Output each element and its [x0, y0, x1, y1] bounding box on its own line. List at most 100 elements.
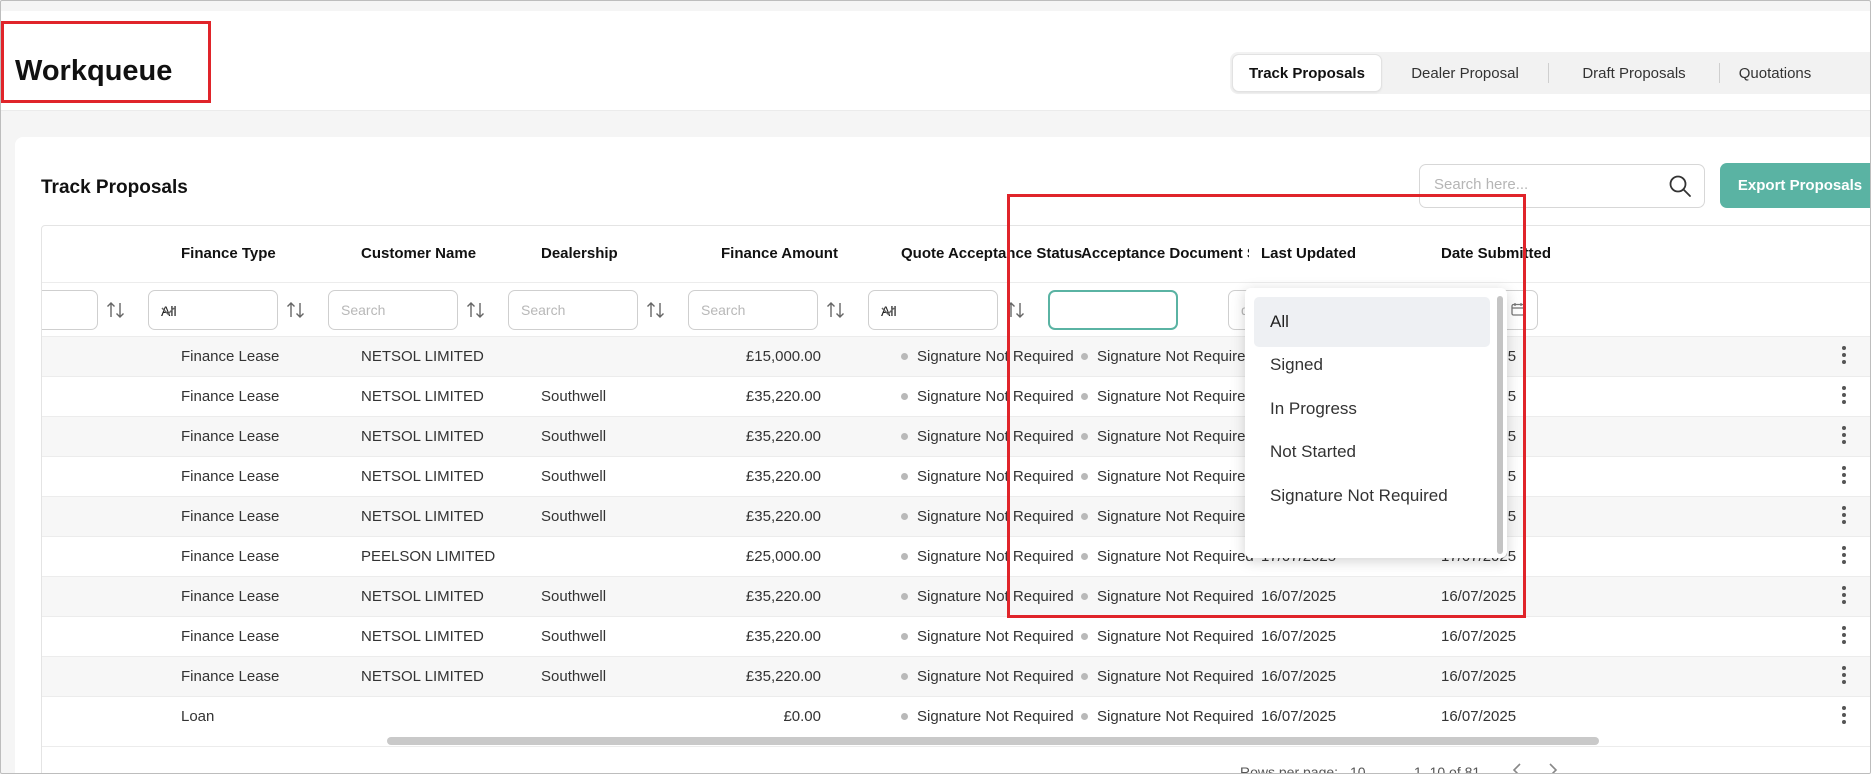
table-row[interactable]: Finance Lease NETSOL LIMITED Southwell £35,… — [42, 416, 1870, 456]
table-row[interactable]: Finance Lease NETSOL LIMITED Southwell £35,… — [42, 376, 1870, 416]
row-actions-kebab-icon[interactable] — [1841, 426, 1847, 448]
column-header-quote-acceptance-status[interactable]: Quote Acceptance Status — [901, 245, 1082, 262]
tab-draft-proposals[interactable]: Draft Proposals — [1549, 54, 1719, 92]
acceptance-document-status-filter-select[interactable] — [1048, 290, 1178, 330]
cell-finance-type: Finance Lease — [181, 348, 280, 365]
row-actions-kebab-icon[interactable] — [1841, 586, 1847, 608]
table-row[interactable]: Finance Lease NETSOL LIMITED Southwell £35,… — [42, 616, 1870, 656]
table-body: Finance Lease NETSOL LIMITED £15,000.00 Sig… — [42, 336, 1870, 736]
cell-acceptance-document-status: Signature Not Required — [1081, 668, 1254, 685]
status-text: Signature Not Required — [917, 428, 1074, 445]
dropdown-option[interactable]: Signed — [1254, 340, 1490, 390]
status-text: Signature Not Required — [917, 348, 1074, 365]
tab-bar: Track Proposals Dealer Proposal Draft Pr… — [1230, 52, 1870, 94]
column-header-last-updated[interactable]: Last Updated — [1261, 245, 1356, 262]
finance-amount-filter[interactable] — [688, 290, 821, 330]
sort-icon[interactable] — [466, 301, 486, 324]
table-row[interactable]: Finance Lease NETSOL LIMITED £15,000.00 Sig… — [42, 336, 1870, 376]
row-actions-kebab-icon[interactable] — [1841, 546, 1847, 568]
cell-finance-amount: £0.00 — [783, 708, 821, 725]
customer-name-search-input[interactable] — [341, 302, 461, 318]
sort-icon[interactable] — [826, 301, 846, 324]
dealership-search-input[interactable] — [521, 302, 641, 318]
finance-amount-search-input[interactable] — [701, 302, 821, 318]
row-actions-kebab-icon[interactable] — [1841, 466, 1847, 488]
finance-type-filter-select[interactable]: All — [148, 290, 278, 330]
column-header-finance-type[interactable]: Finance Type — [181, 245, 276, 262]
cell-quote-acceptance-status: Signature Not Required — [901, 588, 1074, 605]
leftmost-filter-input[interactable] — [42, 290, 98, 330]
cell-finance-amount: £35,220.00 — [745, 588, 821, 605]
status-text: Signature Not Required — [917, 468, 1074, 485]
sort-icon[interactable] — [646, 301, 666, 324]
status-text: Signature Not Required — [917, 708, 1074, 725]
quote-status-filter-select[interactable]: All — [868, 290, 998, 330]
column-header-dealership[interactable]: Dealership — [541, 245, 618, 262]
caret-down-icon[interactable] — [1380, 769, 1390, 773]
search-input[interactable] — [1434, 176, 1644, 193]
status-dot-icon — [901, 353, 908, 360]
status-text: Signature Not Required — [1097, 668, 1254, 685]
dropdown-option[interactable]: Signature Not Required — [1254, 471, 1490, 521]
column-header-customer-name[interactable]: Customer Name — [361, 245, 476, 262]
status-dot-icon — [901, 433, 908, 440]
table-row[interactable]: Finance Lease NETSOL LIMITED Southwell £35,… — [42, 456, 1870, 496]
cell-finance-type: Finance Lease — [181, 428, 280, 445]
rows-per-page-select[interactable]: 10 — [1350, 764, 1366, 773]
cell-dealership: Southwell — [541, 588, 607, 605]
status-dot-icon — [901, 553, 908, 560]
cell-quote-acceptance-status: Signature Not Required — [901, 548, 1074, 565]
status-text: Signature Not Required — [1097, 428, 1254, 445]
cell-customer-name: NETSOL LIMITED — [361, 668, 484, 685]
search-icon[interactable] — [1668, 174, 1692, 203]
status-text: Signature Not Required — [1097, 468, 1254, 485]
sort-icon[interactable] — [1006, 301, 1026, 324]
chevron-left-icon[interactable] — [1512, 763, 1522, 773]
cell-customer-name: NETSOL LIMITED — [361, 428, 484, 445]
dropdown-scrollbar[interactable] — [1497, 296, 1503, 554]
table-header-row: Finance Type Customer Name Dealership Fi… — [42, 226, 1870, 282]
cell-acceptance-document-status: Signature Not Required — [1081, 708, 1254, 725]
cell-date-submitted: 16/07/2025 — [1441, 708, 1517, 725]
cell-customer-name: NETSOL LIMITED — [361, 468, 484, 485]
status-dot-icon — [1081, 713, 1088, 720]
row-actions-kebab-icon[interactable] — [1841, 506, 1847, 528]
sort-icon[interactable] — [286, 301, 306, 324]
cell-customer-name: NETSOL LIMITED — [361, 508, 484, 525]
table-row[interactable]: Finance Lease NETSOL LIMITED Southwell £35,… — [42, 656, 1870, 696]
chevron-right-icon[interactable] — [1548, 763, 1558, 773]
row-actions-kebab-icon[interactable] — [1841, 666, 1847, 688]
tab-quotations[interactable]: Quotations — [1720, 54, 1830, 92]
row-actions-kebab-icon[interactable] — [1841, 626, 1847, 648]
tab-track-proposals[interactable]: Track Proposals — [1232, 54, 1382, 92]
customer-name-filter[interactable] — [328, 290, 461, 330]
export-proposals-button[interactable]: Export Proposals — [1720, 163, 1870, 208]
calendar-icon[interactable] — [1511, 302, 1525, 319]
row-actions-kebab-icon[interactable] — [1841, 706, 1847, 728]
table-row[interactable]: Loan £0.00 Signature Not Required Signature… — [42, 696, 1870, 736]
table-row[interactable]: Finance Lease PEELSON LIMITED £25,000.00 Si… — [42, 536, 1870, 576]
chevron-down-icon — [881, 303, 986, 319]
column-header-acceptance-document-status[interactable]: Acceptance Document Stat — [1081, 245, 1249, 262]
sort-icon[interactable] — [106, 301, 126, 324]
row-actions-kebab-icon[interactable] — [1841, 386, 1847, 408]
cell-last-updated: 16/07/2025 — [1261, 668, 1337, 685]
column-header-date-submitted[interactable]: Date Submitted — [1441, 245, 1551, 262]
proposals-table: Finance Type Customer Name Dealership Fi… — [41, 225, 1870, 773]
cell-date-submitted: 16/07/2025 — [1441, 628, 1517, 645]
tab-dealer-proposal[interactable]: Dealer Proposal — [1382, 54, 1548, 92]
row-actions-kebab-icon[interactable] — [1841, 346, 1847, 368]
dropdown-option[interactable]: Not Started — [1254, 427, 1490, 477]
cell-quote-acceptance-status: Signature Not Required — [901, 508, 1074, 525]
table-row[interactable]: Finance Lease NETSOL LIMITED Southwell £35,… — [42, 496, 1870, 536]
status-text: Signature Not Required — [917, 668, 1074, 685]
chevron-down-icon — [161, 303, 266, 319]
cell-quote-acceptance-status: Signature Not Required — [901, 668, 1074, 685]
table-row[interactable]: Finance Lease NETSOL LIMITED Southwell £35,… — [42, 576, 1870, 616]
status-text: Signature Not Required — [917, 508, 1074, 525]
status-text: Signature Not Required — [1097, 708, 1254, 725]
cell-quote-acceptance-status: Signature Not Required — [901, 468, 1074, 485]
dealership-filter[interactable] — [508, 290, 641, 330]
column-header-finance-amount[interactable]: Finance Amount — [721, 245, 838, 262]
horizontal-scrollbar[interactable] — [387, 737, 1599, 745]
